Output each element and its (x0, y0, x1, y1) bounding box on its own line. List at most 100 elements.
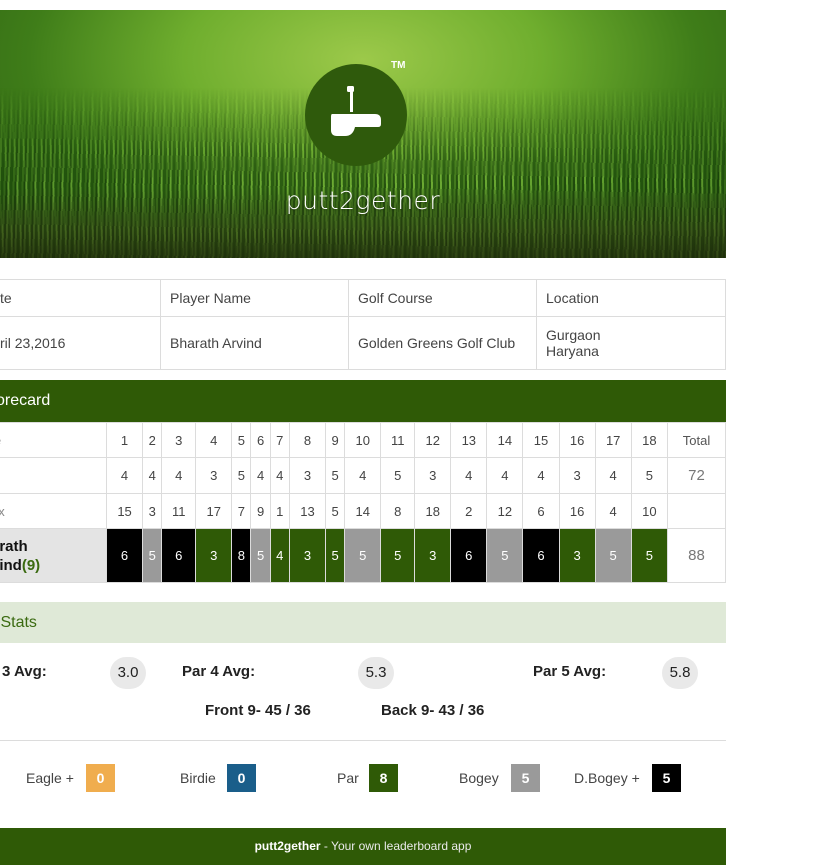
birdie-count: 0 (227, 764, 256, 792)
hole-number: 12 (414, 422, 452, 458)
putter-icon (331, 86, 381, 136)
hole-number: 10 (344, 422, 382, 458)
index-value: 18 (414, 493, 452, 529)
par-value: 4 (486, 457, 524, 494)
location-header: Location (536, 279, 726, 317)
index-value: 15 (105, 493, 144, 529)
par-value: 5 (380, 457, 416, 494)
index-value: 17 (195, 493, 233, 529)
par-value: 3 (288, 457, 327, 494)
hole-number: 15 (522, 422, 560, 458)
par-value: 5 (231, 457, 252, 494)
par-value: 5 (630, 457, 669, 494)
par-row-label: r (0, 457, 107, 494)
scorecard-header: corecard (0, 380, 726, 422)
par4-avg-label: Par 4 Avg: (182, 663, 256, 680)
trademark-mark: TM (391, 60, 406, 71)
hole-number: 1 (105, 422, 144, 458)
divider (0, 740, 726, 741)
par-value: 4 (594, 457, 632, 494)
hole-number: 14 (486, 422, 524, 458)
location-value: Gurgaon Haryana (536, 316, 726, 370)
hole-number: 6 (250, 422, 271, 458)
par-value: 4 (344, 457, 382, 494)
hole-row: le 1 2 3 4 5 6 7 8 9 10 11 12 13 14 15 1… (0, 422, 726, 458)
player-name-cell: arath vind(9) (0, 528, 107, 583)
index-value: 14 (344, 493, 382, 529)
hero-banner: TM putt2gether (0, 10, 726, 258)
par-total: 72 (667, 457, 726, 494)
score-cell: 6 (105, 528, 144, 583)
date-value: ril 23,2016 (0, 316, 161, 370)
round-info-table: te Player Name Golf Course Location ril … (0, 279, 726, 370)
index-row-label: ex (0, 493, 107, 529)
golf-course-header: Golf Course (348, 279, 537, 317)
score-cell: 5 (594, 528, 632, 583)
handicap: (9) (21, 556, 41, 574)
footer: putt2gether - Your own leaderboard app (0, 828, 726, 865)
birdie-label: Birdie (180, 770, 216, 786)
par-value: 4 (450, 457, 488, 494)
key-stats-title: y Stats (0, 614, 37, 631)
index-value: 8 (380, 493, 416, 529)
par-value: 4 (161, 457, 197, 494)
score-cell: 5 (142, 528, 163, 583)
par-value: 4 (522, 457, 560, 494)
hole-row-label: le (0, 422, 107, 458)
hole-number: 9 (324, 422, 346, 458)
index-value: 3 (142, 493, 163, 529)
index-value: 16 (558, 493, 596, 529)
score-cell: 5 (344, 528, 382, 583)
index-value: 5 (324, 493, 346, 529)
par5-avg-label: Par 5 Avg: (533, 663, 607, 680)
score-cell: 6 (161, 528, 197, 583)
score-cell: 6 (522, 528, 560, 583)
index-value: 10 (630, 493, 669, 529)
footer-brand: putt2gether (254, 839, 321, 853)
index-value: 1 (269, 493, 290, 529)
score-cell: 5 (380, 528, 416, 583)
golf-course-value: Golden Greens Golf Club (348, 316, 537, 370)
index-value: 2 (450, 493, 488, 529)
score-cell: 3 (195, 528, 233, 583)
eagle-label: Eagle + (26, 770, 74, 786)
hole-number: 18 (630, 422, 669, 458)
par-value: 3 (414, 457, 452, 494)
brand-logo (305, 64, 407, 166)
par-value: 4 (105, 457, 144, 494)
hole-number: 4 (195, 422, 233, 458)
index-row: ex 15 3 11 17 7 9 1 13 5 14 8 18 2 12 6 … (0, 493, 726, 529)
par-count: 8 (369, 764, 398, 792)
index-value: 12 (486, 493, 524, 529)
score-cell: 8 (231, 528, 252, 583)
score-cell: 3 (414, 528, 452, 583)
par3-avg-label: r 3 Avg: (0, 663, 47, 680)
back-nine-summary: Back 9- 43 / 36 (381, 702, 485, 719)
par3-avg-value: 3.0 (110, 657, 146, 689)
index-value: 11 (161, 493, 197, 529)
hole-number: 5 (231, 422, 252, 458)
scorecard-table: le 1 2 3 4 5 6 7 8 9 10 11 12 13 14 15 1… (0, 422, 726, 583)
score-total: 88 (667, 528, 726, 583)
index-value: 13 (288, 493, 327, 529)
footer-tagline: Your own leaderboard app (331, 839, 472, 853)
par-value: 4 (250, 457, 271, 494)
index-value: 7 (231, 493, 252, 529)
par4-avg-value: 5.3 (358, 657, 394, 689)
par-value: 3 (195, 457, 233, 494)
bogey-count: 5 (511, 764, 540, 792)
double-bogey-label: D.Bogey + (574, 770, 640, 786)
date-header: te (0, 279, 161, 317)
score-cell: 5 (486, 528, 524, 583)
player-score-row: arath vind(9) 6 5 6 3 8 5 4 3 5 5 5 3 6 … (0, 528, 726, 583)
par-value: 4 (142, 457, 163, 494)
hole-number: 3 (161, 422, 197, 458)
key-stats-header: y Stats (0, 602, 726, 643)
hole-number: 17 (594, 422, 632, 458)
score-cell: 6 (450, 528, 488, 583)
player-name-value: Bharath Arvind (160, 316, 349, 370)
total-header: Total (667, 422, 726, 458)
player-name-header: Player Name (160, 279, 349, 317)
score-cell: 5 (250, 528, 271, 583)
scorecard-title: corecard (0, 392, 51, 409)
